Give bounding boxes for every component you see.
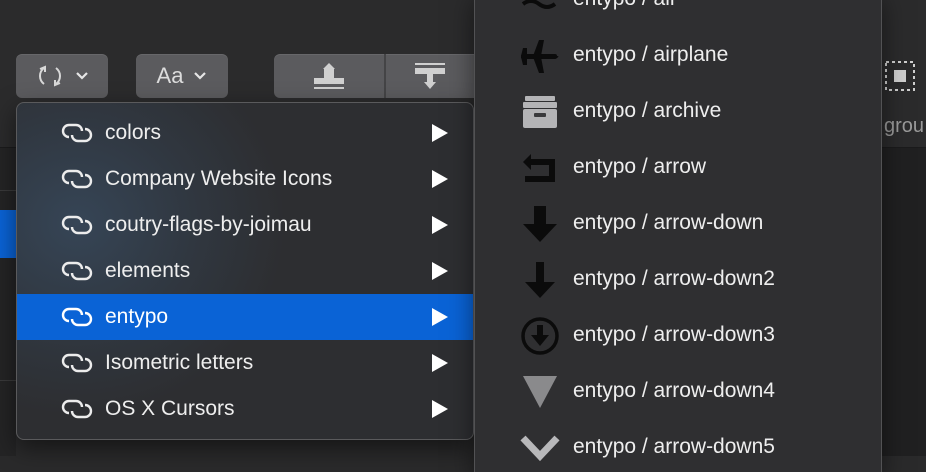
align-bottom-button[interactable] bbox=[386, 54, 474, 98]
submenu-item-label: entypo / archive bbox=[573, 99, 722, 122]
submenu-item-label: entypo / airplane bbox=[573, 43, 729, 66]
submenu-item-label: entypo / arrow-down4 bbox=[573, 379, 775, 402]
align-top-button[interactable] bbox=[274, 54, 384, 98]
submenu-item-label: entypo / air bbox=[573, 0, 677, 11]
menu-item-colors[interactable]: colors bbox=[17, 110, 473, 156]
menu-item-label: Isometric letters bbox=[105, 351, 254, 374]
link-icon bbox=[61, 353, 93, 373]
menu-item-company-website-icons[interactable]: Company Website Icons bbox=[17, 156, 473, 202]
submenu-item-arrow-down4[interactable]: entypo / arrow-down4 bbox=[475, 364, 881, 420]
arrow-down-circle-icon bbox=[521, 317, 559, 355]
left-panel-divider bbox=[0, 190, 16, 191]
triangle-down-icon bbox=[523, 376, 557, 408]
link-icon bbox=[61, 261, 93, 281]
submenu-item-arrow[interactable]: entypo / arrow bbox=[475, 140, 881, 196]
left-panel-selected-row[interactable] bbox=[0, 210, 16, 258]
submenu-item-label: entypo / arrow-down bbox=[573, 211, 764, 234]
submenu-item-arrow-down3[interactable]: entypo / arrow-down3 bbox=[475, 308, 881, 364]
submenu-arrow-icon bbox=[432, 170, 448, 188]
airplane-icon bbox=[521, 40, 559, 73]
menu-item-isometric-letters[interactable]: Isometric letters bbox=[17, 340, 473, 386]
font-dropdown-button[interactable]: Aa bbox=[136, 54, 228, 98]
submenu-arrow-icon bbox=[432, 262, 448, 280]
submenu-item-archive[interactable]: entypo / archive bbox=[475, 84, 881, 140]
left-panel-edge bbox=[0, 148, 16, 456]
chevron-down-icon bbox=[520, 435, 560, 462]
link-icon bbox=[61, 307, 93, 327]
link-icon bbox=[61, 169, 93, 189]
submenu-item-label: entypo / arrow-down2 bbox=[573, 267, 775, 290]
link-icon bbox=[61, 215, 93, 235]
entypo-submenu: entypo / air entypo / airplane entypo / … bbox=[474, 0, 882, 472]
submenu-item-label: entypo / arrow-down5 bbox=[573, 435, 775, 458]
submenu-arrow-icon bbox=[432, 354, 448, 372]
menu-item-coutry-flags[interactable]: coutry-flags-by-joimau bbox=[17, 202, 473, 248]
arrow-down2-icon bbox=[525, 262, 555, 298]
align-bottom-icon bbox=[415, 63, 445, 89]
submenu-arrow-icon bbox=[432, 308, 448, 326]
link-icon bbox=[61, 399, 93, 419]
arrow-down-icon bbox=[523, 206, 557, 242]
sync-icon bbox=[39, 65, 61, 87]
submenu-item-arrow-down[interactable]: entypo / arrow-down bbox=[475, 196, 881, 252]
submenu-item-arrow-down5[interactable]: entypo / arrow-down5 bbox=[475, 420, 881, 472]
sync-dropdown-button[interactable] bbox=[16, 54, 108, 98]
menu-item-label: coutry-flags-by-joimau bbox=[105, 213, 312, 236]
menu-item-elements[interactable]: elements bbox=[17, 248, 473, 294]
arrow-back-icon bbox=[523, 154, 555, 182]
align-top-icon bbox=[314, 63, 344, 89]
left-panel-divider bbox=[0, 380, 16, 381]
menu-item-entypo[interactable]: entypo bbox=[17, 294, 473, 340]
menu-item-label: OS X Cursors bbox=[105, 397, 235, 420]
submenu-item-airplane[interactable]: entypo / airplane bbox=[475, 28, 881, 84]
menu-item-os-x-cursors[interactable]: OS X Cursors bbox=[17, 386, 473, 432]
submenu-arrow-icon bbox=[432, 216, 448, 234]
chevron-down-icon bbox=[76, 72, 88, 80]
group-icon[interactable] bbox=[882, 58, 918, 94]
group-label: grou bbox=[884, 115, 925, 137]
library-menu: colors Company Website Icons coutry-flag… bbox=[16, 102, 474, 440]
air-icon bbox=[521, 0, 557, 9]
submenu-arrow-icon bbox=[432, 400, 448, 418]
menu-item-label: Company Website Icons bbox=[105, 167, 333, 190]
link-icon bbox=[61, 123, 93, 143]
submenu-arrow-icon bbox=[432, 124, 448, 142]
menu-item-label: colors bbox=[105, 121, 162, 144]
menu-item-label: entypo bbox=[105, 305, 169, 328]
archive-icon bbox=[523, 96, 557, 128]
submenu-item-label: entypo / arrow bbox=[573, 155, 707, 178]
right-panel-edge bbox=[882, 148, 926, 456]
submenu-item-arrow-down2[interactable]: entypo / arrow-down2 bbox=[475, 252, 881, 308]
submenu-item-air[interactable]: entypo / air bbox=[475, 0, 881, 28]
chevron-down-icon bbox=[194, 72, 207, 80]
submenu-item-label: entypo / arrow-down3 bbox=[573, 323, 775, 346]
menu-item-label: elements bbox=[105, 259, 191, 282]
font-button-label: Aa bbox=[156, 63, 184, 88]
